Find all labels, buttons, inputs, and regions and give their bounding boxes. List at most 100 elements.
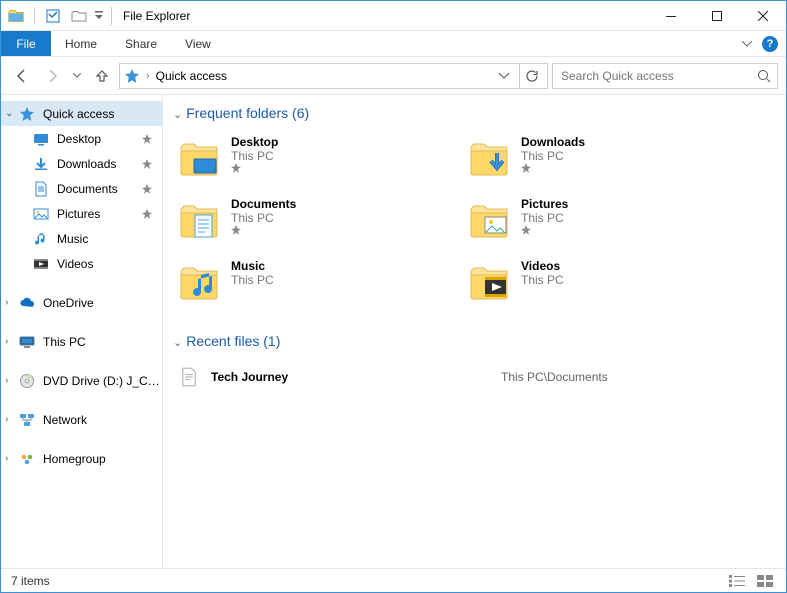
nav-item-network[interactable]: › Network [1,407,162,432]
minimize-button[interactable] [648,1,694,30]
network-icon [19,412,35,428]
tile-location: This PC [521,149,585,163]
folder-tile-videos[interactable]: Videos This PC [463,255,733,307]
address-location: Quick access [156,69,227,83]
nav-item-thispc[interactable]: › This PC [1,329,162,354]
tile-name: Downloads [521,135,585,149]
address-bar[interactable]: › Quick access [119,63,548,89]
nav-item-homegroup[interactable]: › Homegroup [1,446,162,471]
dvd-icon [19,373,35,389]
frequent-folders-list: Desktop This PC Downloads This PC Docume… [173,131,770,307]
search-input[interactable] [559,68,757,84]
ribbon-tab-view[interactable]: View [171,31,225,56]
app-icon [5,5,27,27]
body: ⌄ Quick access Desktop Downloads Documen… [1,95,786,568]
nav-item-documents[interactable]: Documents [1,176,162,201]
nav-item-downloads[interactable]: Downloads [1,151,162,176]
nav-label: Desktop [57,132,101,146]
pin-icon [231,163,278,173]
music-icon [33,231,49,247]
homegroup-icon [19,451,35,467]
refresh-button[interactable] [519,64,543,88]
tile-name: Documents [231,197,296,211]
navigation-pane: ⌄ Quick access Desktop Downloads Documen… [1,95,163,568]
back-button[interactable] [9,63,35,89]
pin-icon [521,225,568,235]
thispc-icon [19,334,35,350]
chevron-down-icon: ⌄ [5,108,13,119]
pin-icon [142,159,152,169]
folder-tile-desktop[interactable]: Desktop This PC [173,131,443,183]
status-bar: 7 items [1,568,786,592]
folder-tile-pictures[interactable]: Pictures This PC [463,193,733,245]
address-dropdown-button[interactable] [495,64,513,88]
titlebar: File Explorer [1,1,786,31]
nav-item-onedrive[interactable]: › OneDrive [1,290,162,315]
search-box[interactable] [552,63,778,89]
ribbon-tab-home[interactable]: Home [51,31,111,56]
ribbon-tab-share[interactable]: Share [111,31,171,56]
quick-access-star-icon [124,68,140,84]
qat-properties-button[interactable] [42,5,64,27]
tile-location: This PC [231,273,274,287]
file-explorer-window: File Explorer File Home Share View ? › Q… [0,0,787,593]
nav-label: OneDrive [43,296,94,310]
nav-label: Network [43,413,87,427]
search-icon [757,69,771,83]
nav-item-dvd[interactable]: › DVD Drive (D:) J_CPRA [1,368,162,393]
download-icon [33,156,49,172]
qat-new-folder-button[interactable] [68,5,90,27]
frequent-folders-title: Frequent folders (6) [186,105,309,121]
nav-item-videos[interactable]: Videos [1,251,162,276]
picture-icon [33,206,49,222]
nav-label: Documents [57,182,118,196]
forward-button[interactable] [39,63,65,89]
content-area: ⌄ Frequent folders (6) Desktop This PC D… [163,95,786,568]
window-title: File Explorer [123,9,190,23]
recent-file-row[interactable]: Tech Journey This PC\Documents [173,359,770,395]
tile-name: Videos [521,259,564,273]
pin-icon [142,134,152,144]
nav-item-pictures[interactable]: Pictures [1,201,162,226]
details-view-button[interactable] [726,572,748,590]
folder-icon [177,135,221,179]
help-button[interactable]: ? [762,36,778,52]
maximize-button[interactable] [694,1,740,30]
nav-item-desktop[interactable]: Desktop [1,126,162,151]
onedrive-icon [19,295,35,311]
video-icon [33,256,49,272]
folder-icon [467,135,511,179]
close-button[interactable] [740,1,786,30]
tile-location: This PC [521,211,568,225]
recent-files-list: Tech Journey This PC\Documents [173,359,770,395]
star-icon [19,106,35,122]
frequent-folders-header[interactable]: ⌄ Frequent folders (6) [173,105,770,121]
pin-icon [142,184,152,194]
tile-location: This PC [231,149,278,163]
qat-customize-button[interactable] [94,11,104,21]
recent-file-name: Tech Journey [211,370,491,384]
recent-files-header[interactable]: ⌄ Recent files (1) [173,333,770,349]
recent-locations-button[interactable] [69,63,85,89]
folder-tile-documents[interactable]: Documents This PC [173,193,443,245]
nav-item-music[interactable]: Music [1,226,162,251]
chevron-right-icon: › [5,453,8,464]
nav-quick-access[interactable]: ⌄ Quick access [1,101,162,126]
folder-icon [467,197,511,241]
quick-access-toolbar [1,5,115,27]
ribbon: File Home Share View ? [1,31,786,57]
document-icon [33,181,49,197]
nav-label: This PC [43,335,86,349]
up-button[interactable] [89,63,115,89]
window-buttons [648,1,786,30]
nav-label: DVD Drive (D:) J_CPRA [43,374,162,388]
nav-label: Quick access [43,107,114,121]
chevron-down-icon: ⌄ [173,108,182,121]
folder-tile-downloads[interactable]: Downloads This PC [463,131,733,183]
folder-tile-music[interactable]: Music This PC [173,255,443,307]
ribbon-expand-button[interactable] [742,39,752,49]
separator [34,7,35,25]
large-icons-view-button[interactable] [754,572,776,590]
chevron-right-icon: › [146,70,150,82]
ribbon-tab-file[interactable]: File [1,31,51,56]
